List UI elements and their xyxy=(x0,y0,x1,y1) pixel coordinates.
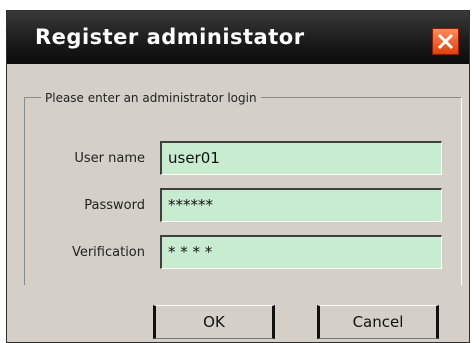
password-field[interactable]: ****** xyxy=(160,188,442,222)
password-label: Password xyxy=(84,198,145,213)
ok-button[interactable]: OK xyxy=(153,305,275,339)
cancel-button[interactable]: Cancel xyxy=(317,305,439,339)
close-button[interactable] xyxy=(432,28,459,55)
register-dialog: Register administator Please enter an ad… xyxy=(6,10,470,343)
verification-label: Verification xyxy=(71,245,145,260)
title-bar[interactable]: Register administator xyxy=(7,11,469,64)
username-label: User name xyxy=(74,151,145,166)
dialog-title: Register administator xyxy=(35,25,305,49)
group-legend: Please enter an administrator login xyxy=(41,91,261,105)
username-field[interactable]: user01 xyxy=(160,141,442,175)
close-icon xyxy=(437,33,454,50)
verification-field[interactable]: * * * * xyxy=(160,235,442,269)
